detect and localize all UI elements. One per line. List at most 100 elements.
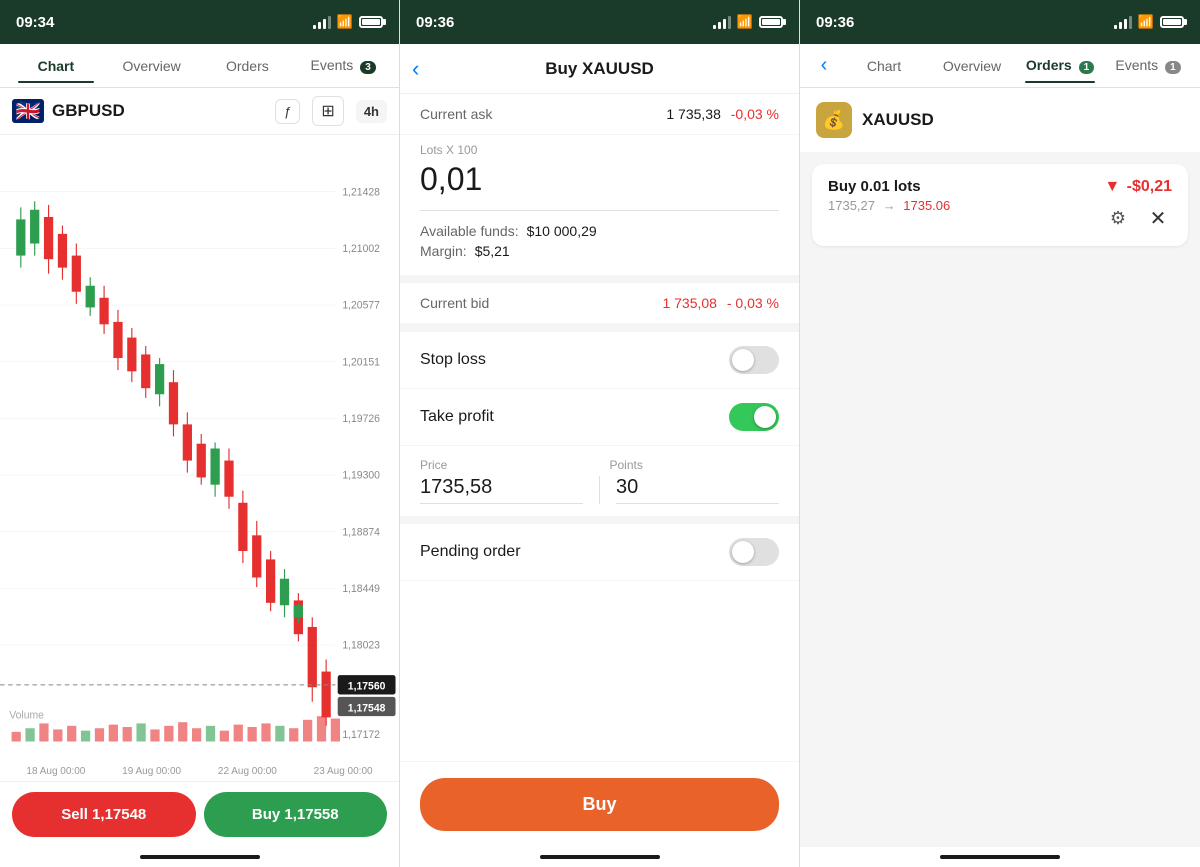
tab-overview-orders[interactable]: Overview (928, 50, 1016, 82)
status-time-chart: 09:34 (16, 14, 54, 31)
chart-header: 🇬🇧 GBPUSD ƒ ⊞ 4h (0, 88, 399, 135)
order-title: Buy XAUUSD (545, 59, 654, 79)
stop-loss-label: Stop loss (420, 351, 486, 369)
price-points-section: Price Points 1735,58 30 (400, 446, 799, 516)
pending-order-label: Pending order (420, 543, 521, 561)
svg-text:1,20577: 1,20577 (342, 299, 380, 311)
pair-name[interactable]: GBPUSD (52, 101, 125, 121)
flag-icon: 🇬🇧 (12, 99, 44, 123)
current-bid-row: Current bid 1 735,08 - 0,03 % (400, 283, 799, 324)
tab-orders[interactable]: Orders (200, 50, 296, 82)
home-indicator-chart (0, 847, 399, 867)
lots-value[interactable]: 0,01 (420, 161, 779, 198)
sell-button[interactable]: Sell 1,17548 (12, 792, 196, 837)
svg-text:1,18023: 1,18023 (342, 639, 380, 651)
svg-text:1,20151: 1,20151 (342, 356, 380, 368)
chart-panel: 09:34 📶 Chart Overview Orders Events (0, 0, 400, 867)
status-time-order: 09:36 (416, 14, 454, 31)
current-ask-label: Current ask (420, 106, 492, 122)
section-divider-2 (400, 324, 799, 332)
stop-loss-row: Stop loss (400, 332, 799, 389)
gear-button[interactable]: ⚙ (1104, 204, 1132, 232)
stop-loss-knob (732, 349, 754, 371)
take-profit-label: Take profit (420, 408, 494, 426)
orders-panel: 09:36 📶 ‹ Chart Overview Orders 1 (800, 0, 1200, 867)
current-ask-change: -0,03 % (731, 106, 779, 122)
asset-icon: 💰 (816, 102, 852, 138)
asset-icon-glyph: 💰 (823, 110, 845, 131)
price-input[interactable]: 1735,58 (420, 476, 583, 504)
tab-events-orders[interactable]: Events 1 (1104, 49, 1192, 82)
status-bar-orders: 09:36 📶 (800, 0, 1200, 44)
trade-arrow: → (883, 198, 896, 213)
timeframe-btn[interactable]: 4h (356, 100, 387, 123)
chart-area[interactable]: 1,17560 1,17548 1,21428 1,21002 1,20577 … (0, 135, 399, 762)
signal-icon-order (713, 15, 731, 29)
tab-overview[interactable]: Overview (104, 50, 200, 82)
current-bid-label: Current bid (420, 295, 489, 311)
date-labels: 18 Aug 00:00 19 Aug 00:00 22 Aug 00:00 2… (0, 762, 399, 781)
current-bid-value: 1 735,08 - 0,03 % (662, 295, 779, 311)
take-profit-toggle[interactable] (729, 403, 779, 431)
buy-button[interactable]: Buy 1,17558 (204, 792, 388, 837)
points-input[interactable]: 30 (616, 476, 779, 504)
trade-pnl: ▼ -$0,21 (1104, 178, 1172, 196)
points-label: Points (590, 458, 780, 472)
asset-name: XAUUSD (862, 110, 934, 130)
status-bar-order: 09:36 📶 (400, 0, 799, 44)
tab-orders-orders[interactable]: Orders 1 (1016, 49, 1104, 82)
buy-order-button[interactable]: Buy (420, 778, 779, 831)
stop-loss-toggle[interactable] (729, 346, 779, 374)
home-indicator-order (400, 847, 799, 867)
wifi-icon-orders: 📶 (1138, 14, 1154, 30)
orders-content: 💰 XAUUSD Buy 0.01 lots 1735,27 → 1735.06 (800, 88, 1200, 847)
status-icons-order: 📶 (713, 14, 783, 30)
order-actions: ⚙ ✕ (1104, 204, 1172, 232)
pnl-arrow: ▼ (1104, 178, 1120, 195)
svg-text:1,19726: 1,19726 (342, 413, 380, 425)
order-content: Current ask 1 735,38 -0,03 % Lots X 100 … (400, 94, 799, 761)
back-button-order[interactable]: ‹ (412, 56, 419, 82)
buy-btn-container: Buy (400, 761, 799, 847)
trade-type: Buy 0.01 lots (828, 178, 950, 195)
svg-text:1,17172: 1,17172 (342, 729, 380, 741)
tab-chart-orders[interactable]: Chart (840, 50, 928, 82)
svg-text:1,17548: 1,17548 (348, 702, 386, 714)
svg-text:1,21002: 1,21002 (342, 243, 380, 255)
order-trade-info: Buy 0.01 lots 1735,27 → 1735.06 (828, 178, 950, 213)
available-funds-label: Available funds: (420, 223, 519, 239)
pair-info: 🇬🇧 GBPUSD (12, 99, 125, 123)
events-badge: 3 (360, 61, 376, 74)
available-funds-row: Available funds: $10 000,29 (420, 223, 779, 239)
margin-value: $5,21 (475, 243, 510, 259)
trade-prices: 1735,27 → 1735.06 (828, 198, 950, 213)
tab-chart[interactable]: Chart (8, 50, 104, 82)
signal-icon-orders (1114, 15, 1132, 29)
svg-text:1,18449: 1,18449 (342, 583, 380, 595)
current-ask-row: Current ask 1 735,38 -0,03 % (400, 94, 799, 135)
available-funds-value: $10 000,29 (527, 223, 597, 239)
compare-btn[interactable]: ⊞ (312, 96, 343, 126)
trade-price-from: 1735,27 (828, 198, 875, 213)
close-order-button[interactable]: ✕ (1144, 204, 1172, 232)
events-badge-orders: 1 (1165, 61, 1181, 74)
section-divider-1 (400, 275, 799, 283)
battery-icon-orders (1160, 16, 1184, 28)
pending-order-toggle[interactable] (729, 538, 779, 566)
price-label: Price (420, 458, 590, 472)
orders-badge: 1 (1079, 61, 1095, 74)
home-bar-chart (140, 855, 260, 859)
take-profit-row: Take profit (400, 389, 799, 446)
order-item: Buy 0.01 lots 1735,27 → 1735.06 ▼ -$0,21 (812, 164, 1188, 246)
tab-events[interactable]: Events 3 (295, 49, 391, 82)
pp-separator (599, 476, 600, 504)
back-button-orders[interactable]: ‹ (808, 50, 840, 82)
indicator-btn[interactable]: ƒ (275, 99, 300, 124)
funds-section: Available funds: $10 000,29 Margin: $5,2… (400, 211, 799, 275)
order-right-side: ▼ -$0,21 ⚙ ✕ (1104, 178, 1172, 232)
home-indicator-orders (800, 847, 1200, 867)
home-bar-orders (940, 855, 1060, 859)
chart-nav-tabs: Chart Overview Orders Events 3 (0, 44, 399, 88)
svg-text:1,19300: 1,19300 (342, 469, 380, 481)
section-divider-3 (400, 516, 799, 524)
